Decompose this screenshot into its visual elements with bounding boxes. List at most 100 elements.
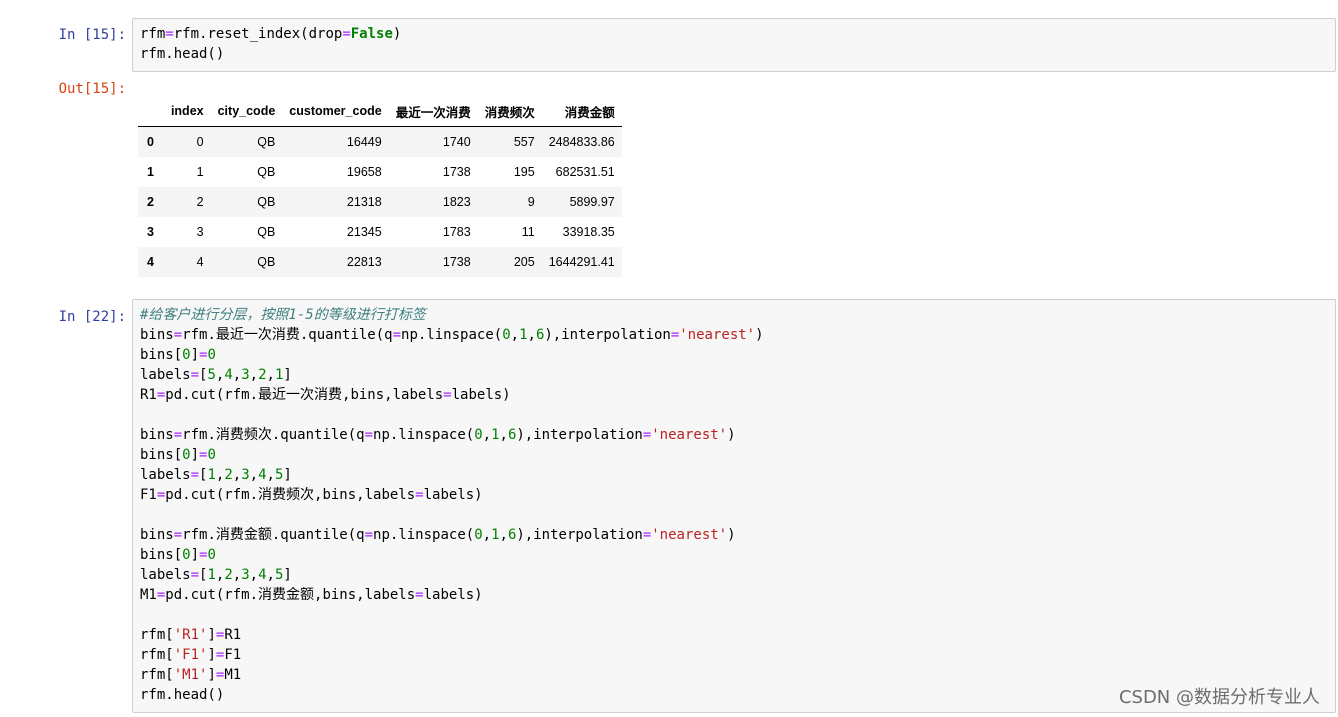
code-line: bins[0]=0	[140, 545, 1328, 565]
code-token: F1	[224, 647, 242, 663]
column-header: city_code	[210, 96, 283, 127]
code-token: ,	[232, 467, 242, 483]
code-token: bins	[140, 427, 174, 443]
code-token: ,	[482, 527, 492, 543]
code-line: rfm=rfm.reset_index(drop=False)	[140, 24, 1328, 44]
code-line: rfm['M1']=M1	[140, 665, 1328, 685]
code-token: ,	[249, 467, 259, 483]
code-token: R1	[224, 627, 242, 643]
code-token: )	[392, 26, 402, 42]
table-cell: 1783	[442, 225, 471, 239]
code-token: 'M1'	[173, 667, 208, 683]
code-token: 1	[491, 427, 500, 443]
code-token: labels	[140, 567, 191, 583]
code-token: ]	[190, 547, 200, 563]
code-token: 2	[224, 567, 233, 583]
code-line: bins=rfm.消费金额.quantile(q=np.linspace(0,1…	[140, 525, 1328, 545]
code-token: =	[443, 387, 452, 403]
code-line: R1=pd.cut(rfm.最近一次消费,bins,labels=labels)	[140, 385, 1328, 405]
code-line: bins=rfm.消费频次.quantile(q=np.linspace(0,1…	[140, 425, 1328, 445]
code-token: bins	[140, 327, 174, 343]
code-token: labels	[140, 367, 191, 383]
table-header-row: index city_code customer_code 最近一次消费 消费频…	[138, 96, 622, 127]
table-row: 2 2 QB 21318 1823 9 5899.97	[138, 187, 622, 217]
table-cell: QB	[257, 165, 276, 179]
code-token: ,	[527, 327, 536, 343]
table-cell: 1738	[442, 165, 471, 179]
table-cell: 3	[196, 225, 204, 239]
code-token: =	[190, 567, 200, 583]
code-token: 1	[491, 527, 500, 543]
code-token: labels)	[423, 587, 483, 603]
code-token: =	[392, 327, 402, 343]
code-token: bins[	[140, 547, 183, 563]
code-token: 0	[207, 547, 216, 563]
code-token: np.linspace(	[373, 427, 475, 443]
code-token: labels)	[423, 487, 483, 503]
code-token: =	[173, 527, 183, 543]
table-row: 0 0 QB 16449 1740 557 2484833.86	[138, 126, 622, 157]
code-token: 0	[474, 427, 483, 443]
code-token: M1	[224, 667, 242, 683]
row-index: 0	[147, 135, 154, 149]
table-cell: 1823	[442, 195, 471, 209]
code-token: ]	[190, 347, 200, 363]
code-line: labels=[5,4,3,2,1]	[140, 365, 1328, 385]
dataframe-output-table: index city_code customer_code 最近一次消费 消费频…	[138, 96, 622, 277]
column-header: customer_code	[282, 96, 389, 127]
table-cell: 22813	[346, 255, 382, 269]
table-cell: 21345	[346, 225, 382, 239]
code-line: bins[0]=0	[140, 345, 1328, 365]
code-token: ,	[510, 327, 520, 343]
code-token: ]	[207, 647, 216, 663]
code-token: ]	[190, 447, 200, 463]
table-cell: 9	[527, 195, 535, 209]
code-token: F1	[140, 487, 157, 503]
table-cell: QB	[257, 195, 276, 209]
code-token: 4	[258, 567, 267, 583]
code-editor[interactable]: rfm=rfm.reset_index(drop=False) rfm.head(…	[133, 19, 1335, 69]
code-token: labels	[140, 467, 191, 483]
code-token: 0	[182, 347, 191, 363]
table-cell: 1738	[442, 255, 471, 269]
column-header: 最近一次消费	[388, 96, 478, 127]
code-token: =	[415, 587, 424, 603]
code-cell-22[interactable]: #给客户进行分层，按照1-5的等级进行打标签 bins=rfm.最近一次消费.qu…	[132, 299, 1336, 713]
code-token: 0	[207, 447, 216, 463]
code-token: ]	[283, 367, 292, 383]
table-cell: 19658	[346, 165, 382, 179]
table-cell: QB	[257, 255, 276, 269]
code-token: bins[	[140, 447, 183, 463]
code-token: ,	[482, 427, 492, 443]
input-prompt-22: In [22]:	[58, 309, 126, 325]
code-token: ,	[266, 567, 275, 583]
table-cell: 11	[521, 225, 535, 239]
code-token: rfm.最近一次消费.quantile(q	[182, 327, 393, 343]
code-token: 4	[224, 367, 233, 383]
code-cell-15[interactable]: rfm=rfm.reset_index(drop=False) rfm.head(…	[132, 18, 1336, 72]
table-cell: 21318	[346, 195, 382, 209]
code-token: ,	[249, 367, 259, 383]
code-token: =	[364, 527, 374, 543]
code-token: =	[642, 427, 652, 443]
table-cell: QB	[257, 135, 276, 149]
table-cell: 5899.97	[569, 195, 615, 209]
code-token: ]	[283, 467, 292, 483]
code-token: )	[755, 327, 764, 343]
code-editor[interactable]: #给客户进行分层，按照1-5的等级进行打标签 bins=rfm.最近一次消费.qu…	[133, 300, 1335, 710]
code-token: np.linspace(	[373, 527, 475, 543]
code-token: 'F1'	[173, 647, 208, 663]
code-line: bins[0]=0	[140, 445, 1328, 465]
code-token: ,	[499, 427, 508, 443]
code-line: #给客户进行分层，按照1-5的等级进行打标签	[140, 305, 1328, 325]
code-token: 1	[519, 327, 528, 343]
code-token: 2	[224, 467, 233, 483]
column-header	[138, 96, 164, 127]
table-cell: 33918.35	[562, 225, 615, 239]
code-token: rfm.head()	[140, 687, 225, 703]
code-token: False	[350, 26, 393, 42]
code-token: 4	[258, 467, 267, 483]
code-token: pd.cut(rfm.消费金额,bins,labels	[165, 587, 416, 603]
code-line: labels=[1,2,3,4,5]	[140, 565, 1328, 585]
